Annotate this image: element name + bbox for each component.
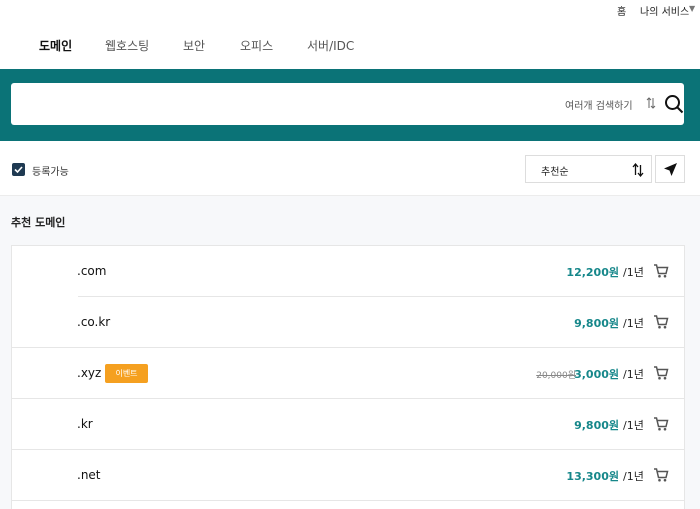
sort-toggle-icon[interactable] (646, 96, 656, 110)
price-period: /1년 (623, 470, 644, 483)
multi-search-link[interactable]: 여러개 검색하기 (565, 97, 633, 112)
domain-row[interactable]: .xyz 이벤트 20,000원 3,000원 /1년 (12, 348, 684, 399)
my-services-link[interactable]: 나의 서비스 (640, 3, 689, 18)
price-period: /1년 (623, 317, 644, 330)
available-label[interactable]: 등록가능 (32, 163, 69, 178)
section-title: 추천 도메인 (11, 216, 66, 229)
domain-tld: .net (77, 468, 101, 482)
price-period: /1년 (623, 266, 644, 279)
domain-search-input[interactable]: 여러개 검색하기 (11, 83, 684, 125)
send-button[interactable] (655, 155, 685, 183)
domain-row[interactable]: .com 12,200원 /1년 (12, 246, 684, 297)
send-icon (664, 163, 677, 176)
cart-icon[interactable] (653, 365, 669, 381)
search-icon[interactable] (663, 93, 685, 115)
domain-price: 12,200원 (566, 266, 619, 279)
domain-row[interactable]: .co.kr 9,800원 /1년 (12, 297, 684, 348)
domain-list: .com 12,200원 /1년 .co.kr 9,800원 /1년 .xyz … (11, 245, 685, 509)
domain-tld: .co.kr (77, 315, 111, 329)
cart-icon[interactable] (653, 314, 669, 330)
event-badge: 이벤트 (105, 364, 148, 383)
domain-tld: .xyz (77, 366, 102, 380)
domain-price: 9,800원 (574, 419, 619, 432)
price-period: /1년 (623, 419, 644, 432)
tab-server-idc[interactable]: 서버/IDC (307, 37, 354, 54)
domain-tld: .com (77, 264, 107, 278)
available-checkbox[interactable] (12, 163, 25, 176)
tab-domain[interactable]: 도메인 (39, 37, 72, 54)
home-link[interactable]: 홈 (617, 3, 626, 18)
domain-row[interactable]: .kr 9,800원 /1년 (12, 399, 684, 450)
check-icon (14, 166, 23, 174)
chevron-down-icon[interactable]: ▼ (689, 4, 695, 13)
main-nav: 도메인 웹호스팅 보안 오피스 서버/IDC (0, 20, 700, 69)
sort-select-value: 추천순 (541, 167, 569, 178)
domain-price: 9,800원 (574, 317, 619, 330)
sort-icon (632, 163, 644, 177)
domain-row[interactable]: .net 13,300원 /1년 (12, 450, 684, 501)
tab-security[interactable]: 보안 (183, 37, 205, 54)
original-price: 20,000원 (536, 371, 576, 381)
utility-bar: 홈 나의 서비스 ▼ (0, 0, 700, 20)
cart-icon[interactable] (653, 416, 669, 432)
search-band: 여러개 검색하기 (0, 69, 700, 141)
domain-price: 13,300원 (566, 470, 619, 483)
filter-bar: 등록가능 추천순 (0, 141, 700, 196)
domain-price: 3,000원 (574, 368, 619, 381)
tab-web-hosting[interactable]: 웹호스팅 (105, 37, 149, 54)
price-period: /1년 (623, 368, 644, 381)
tab-office[interactable]: 오피스 (240, 37, 273, 54)
cart-icon[interactable] (653, 263, 669, 279)
sort-select[interactable]: 추천순 (525, 155, 652, 183)
cart-icon[interactable] (653, 467, 669, 483)
domain-tld: .kr (77, 417, 93, 431)
